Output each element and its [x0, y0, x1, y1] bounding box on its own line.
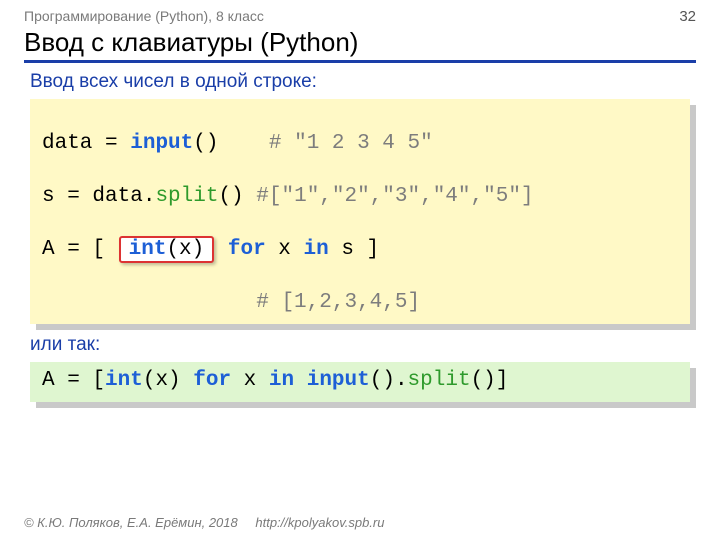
code-token: data	[42, 132, 92, 155]
page-number: 32	[679, 8, 696, 25]
code-token: =	[55, 369, 93, 392]
code-token: s ]	[329, 238, 379, 261]
code-token	[215, 238, 228, 261]
code-token: ().	[370, 369, 408, 392]
code-panel-green: A = [int(x) for x in input().split()]	[30, 362, 690, 402]
footer: © К.Ю. Поляков, Е.А. Ерёмин, 2018 http:/…	[24, 515, 384, 530]
code-token: ()	[218, 185, 243, 208]
code-line: A = [ int(x) for x in s ]	[42, 236, 678, 263]
code-keyword: in	[304, 238, 329, 261]
code-line: s = data.split() #["1","2","3","4","5"]	[42, 184, 678, 210]
code-block-1: data = input() # "1 2 3 4 5" s = data.sp…	[30, 99, 690, 324]
code-token: x	[266, 238, 304, 261]
code-token: x	[231, 369, 269, 392]
code-token	[42, 291, 256, 314]
code-keyword: in	[269, 369, 294, 392]
slide: Программирование (Python), 8 класс 32 Вв…	[0, 0, 720, 540]
code-line: A = [int(x) for x in input().split()]	[42, 368, 678, 394]
code-token	[294, 369, 307, 392]
subhead-2: или так:	[30, 334, 690, 356]
code-token: A	[42, 238, 55, 261]
page-title: Ввод с клавиатуры (Python)	[24, 27, 696, 63]
code-token: A	[42, 369, 55, 392]
code-line: # [1,2,3,4,5]	[42, 290, 678, 316]
code-block-2: A = [int(x) for x in input().split()]	[30, 362, 690, 402]
code-token: s	[42, 185, 55, 208]
code-method: split	[155, 185, 218, 208]
code-comment: # "1 2 3 4 5"	[269, 132, 433, 155]
code-token	[218, 132, 268, 155]
code-line: data = input() # "1 2 3 4 5"	[42, 131, 678, 157]
subhead-1: Ввод всех чисел в одной строке:	[30, 71, 690, 93]
code-token: ()	[193, 132, 218, 155]
code-token: (x)	[143, 369, 193, 392]
copyright: © К.Ю. Поляков, Е.А. Ерёмин, 2018	[24, 515, 238, 530]
code-keyword: for	[228, 238, 266, 261]
code-keyword: input	[130, 132, 193, 155]
top-bar: Программирование (Python), 8 класс 32	[24, 8, 696, 25]
code-keyword: int	[105, 369, 143, 392]
code-token: ()]	[471, 369, 509, 392]
code-keyword: int	[129, 238, 167, 261]
code-token: data.	[92, 185, 155, 208]
code-method: split	[408, 369, 471, 392]
code-keyword: input	[307, 369, 370, 392]
code-comment: #["1","2","3","4","5"]	[256, 185, 533, 208]
code-comment: # [1,2,3,4,5]	[256, 291, 420, 314]
code-panel-yellow: data = input() # "1 2 3 4 5" s = data.sp…	[30, 99, 690, 324]
code-token: =	[92, 132, 130, 155]
code-token: [	[92, 238, 117, 261]
code-token: [	[92, 369, 105, 392]
highlight-box: int(x)	[119, 236, 215, 263]
code-keyword: for	[193, 369, 231, 392]
code-token: =	[55, 238, 93, 261]
course-label: Программирование (Python), 8 класс	[24, 8, 264, 24]
code-token: (x)	[166, 238, 204, 261]
code-token	[244, 185, 257, 208]
code-token: =	[55, 185, 93, 208]
footer-link: http://kpolyakov.spb.ru	[255, 515, 384, 530]
